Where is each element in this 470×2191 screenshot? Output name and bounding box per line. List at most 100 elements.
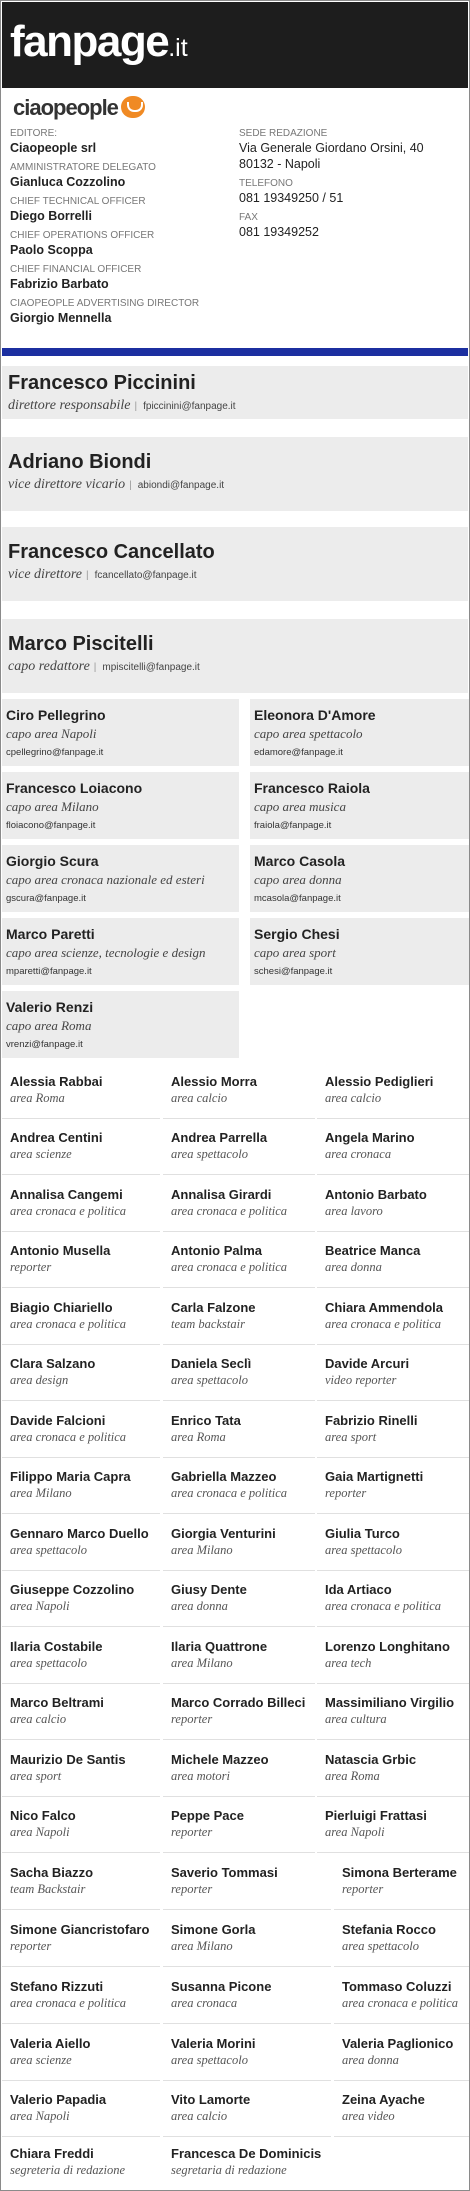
fanpage-logo[interactable]: fanpage.it xyxy=(10,20,188,70)
phone-number[interactable]: 081 19349250 / 51 xyxy=(239,190,459,206)
staff-name: Maurizio De Santis xyxy=(10,1752,126,1767)
staff-role: area spettacolo xyxy=(342,1939,419,1953)
area-head-name: Francesco Raiola xyxy=(254,780,370,796)
staff-name: Fabrizio Rinelli xyxy=(325,1413,418,1428)
staff-name: Susanna Picone xyxy=(171,1979,272,1994)
staff-role: area cronaca e politica xyxy=(171,1486,288,1500)
publisher-info: ciaopeople EDITORE: Ciaopeople srl AMMINI… xyxy=(2,88,468,348)
ciaopeople-logo[interactable]: ciaopeople xyxy=(13,95,145,121)
area-head-role: capo area cronaca nazionale ed esteri xyxy=(6,872,205,887)
staff-role: area calcio xyxy=(10,1712,67,1726)
staff-role: reporter xyxy=(171,1712,213,1726)
leader-email[interactable]: mpiscitelli@fanpage.it xyxy=(94,662,200,673)
staff-name: Simona Berterame xyxy=(342,1865,457,1880)
staff-name: Michele Mazzeo xyxy=(171,1752,269,1767)
staff-name: Annalisa Girardi xyxy=(171,1187,272,1202)
staff-member: Pierluigi Frattasi area Napoli xyxy=(317,1799,469,1853)
logo-text: fanpage xyxy=(10,17,170,66)
leader-email[interactable]: abiondi@fanpage.it xyxy=(129,480,224,491)
staff-name: Enrico Tata xyxy=(171,1413,241,1428)
publisher-value: Paolo Scoppa xyxy=(10,243,93,257)
staff-role: area scienze xyxy=(10,1147,72,1161)
staff-name: Giorgia Venturini xyxy=(171,1526,276,1541)
area-head-name: Francesco Loiacono xyxy=(6,780,143,796)
staff-name: Biagio Chiariello xyxy=(10,1300,113,1315)
staff-role: area spettacolo xyxy=(10,1543,87,1557)
staff-role: area cronaca xyxy=(325,1147,392,1161)
area-head-email[interactable]: edamore@fanpage.it xyxy=(254,747,343,758)
publisher-item: AMMINISTRATORE DELEGATO Gianluca Cozzolin… xyxy=(10,162,230,190)
publisher-item: EDITORE: Ciaopeople srl xyxy=(10,128,230,156)
staff-role: team Backstair xyxy=(10,1882,86,1896)
area-head-email[interactable]: floiacono@fanpage.it xyxy=(6,820,95,831)
leader-role-text: direttore responsabile xyxy=(8,398,131,413)
area-head-name: Eleonora D'Amore xyxy=(254,707,376,723)
staff-name: Alessio Pediglieri xyxy=(325,1074,434,1089)
area-head-role: capo area Roma xyxy=(6,1018,92,1033)
staff-name: Simone Giancristofaro xyxy=(10,1922,150,1937)
area-head-email[interactable]: cpellegrino@fanpage.it xyxy=(6,747,103,758)
leader-name: Francesco Piccinini xyxy=(8,372,196,394)
staff-member: Stefano Rizzuti area cronaca e politica xyxy=(2,1970,160,2024)
staff-name: Ilaria Quattrone xyxy=(171,1639,268,1654)
area-head-card: Marco Paretti capo area scienze, tecnolog… xyxy=(2,918,239,985)
area-head-name: Giorgio Scura xyxy=(6,853,99,869)
staff-name: Carla Falzone xyxy=(171,1300,256,1315)
staff-name: Giulia Turco xyxy=(325,1526,400,1541)
staff-name: Alessia Rabbai xyxy=(10,1074,103,1089)
staff-name: Marco Beltrami xyxy=(10,1695,104,1710)
leader-email[interactable]: fcancellato@fanpage.it xyxy=(86,570,197,581)
staff-role: area donna xyxy=(325,1260,382,1274)
leader-name: Marco Piscitelli xyxy=(8,633,154,655)
staff-name: Andrea Centini xyxy=(10,1130,103,1145)
publisher-label: CHIEF OPERATIONS OFFICER xyxy=(10,230,155,241)
staff-member: Natascia Grbic area Roma xyxy=(317,1743,469,1797)
staff-member: Davide Falcioni area cronaca e politica xyxy=(2,1404,160,1458)
staff-role: area design xyxy=(10,1373,69,1387)
area-head-card: Giorgio Scura capo area cronaca nazionale… xyxy=(2,845,239,912)
staff-role: reporter xyxy=(171,1825,213,1839)
staff-role: area cronaca e politica xyxy=(10,1430,127,1444)
area-head-card: Francesco Raiola capo area musica fraiola@… xyxy=(250,772,469,839)
area-head-email[interactable]: schesi@fanpage.it xyxy=(254,966,332,977)
leader-email[interactable]: fpiccinini@fanpage.it xyxy=(135,401,236,412)
staff-role: area sport xyxy=(10,1769,62,1783)
staff-member: Antonio Barbato area lavoro xyxy=(317,1178,469,1232)
staff-member: Susanna Picone area cronaca xyxy=(163,1970,331,2024)
area-head-email[interactable]: fraiola@fanpage.it xyxy=(254,820,331,831)
staff-role: area cultura xyxy=(325,1712,387,1726)
publisher-label: EDITORE: xyxy=(10,128,58,139)
area-head-role: capo area musica xyxy=(254,799,346,814)
staff-name: Chiara Ammendola xyxy=(325,1300,443,1315)
staff-name: Beatrice Manca xyxy=(325,1243,421,1258)
staff-name: Nico Falco xyxy=(10,1808,76,1823)
staff-member: Francesca De Dominicis segretaria di reda… xyxy=(163,2137,363,2190)
staff-name: Annalisa Cangemi xyxy=(10,1187,123,1202)
leader-role: vice direttore fcancellato@fanpage.it xyxy=(8,567,197,583)
area-head-role: capo area spettacolo xyxy=(254,726,363,741)
staff-member: Antonio Musella reporter xyxy=(2,1234,160,1288)
staff-name: Giusy Dente xyxy=(171,1582,247,1597)
area-head-email[interactable]: mcasola@fanpage.it xyxy=(254,893,341,904)
area-head-email[interactable]: mparetti@fanpage.it xyxy=(6,966,92,977)
staff-name: Daniela Seclì xyxy=(171,1356,252,1371)
staff-role: area cronaca e politica xyxy=(10,1996,127,2010)
staff-member: Gaia Martignetti reporter xyxy=(317,1460,469,1514)
staff-role: area tech xyxy=(325,1656,372,1670)
staff-member: Filippo Maria Capra area Milano xyxy=(2,1460,160,1514)
area-head-name: Marco Paretti xyxy=(6,926,95,942)
staff-member: Valeria Aiello area scienze xyxy=(2,2027,160,2081)
staff-member: Valerio Papadia area Napoli xyxy=(2,2083,160,2137)
area-head-email[interactable]: gscura@fanpage.it xyxy=(6,893,86,904)
staff-name: Gaia Martignetti xyxy=(325,1469,424,1484)
staff-name: Valeria Morini xyxy=(171,2036,256,2051)
staff-member: Peppe Pace reporter xyxy=(163,1799,315,1853)
staff-member: Chiara Ammendola area cronaca e politica xyxy=(317,1291,469,1345)
area-head-name: Sergio Chesi xyxy=(254,926,340,942)
area-head-email[interactable]: vrenzi@fanpage.it xyxy=(6,1039,83,1050)
staff-role: area spettacolo xyxy=(10,1656,87,1670)
publisher-item: SEDE REDAZIONE Via Generale Giordano Orsi… xyxy=(239,128,459,172)
staff-member: Beatrice Manca area donna xyxy=(317,1234,469,1288)
staff-role: area Napoli xyxy=(10,1599,70,1613)
staff-role: team backstair xyxy=(171,1317,245,1331)
